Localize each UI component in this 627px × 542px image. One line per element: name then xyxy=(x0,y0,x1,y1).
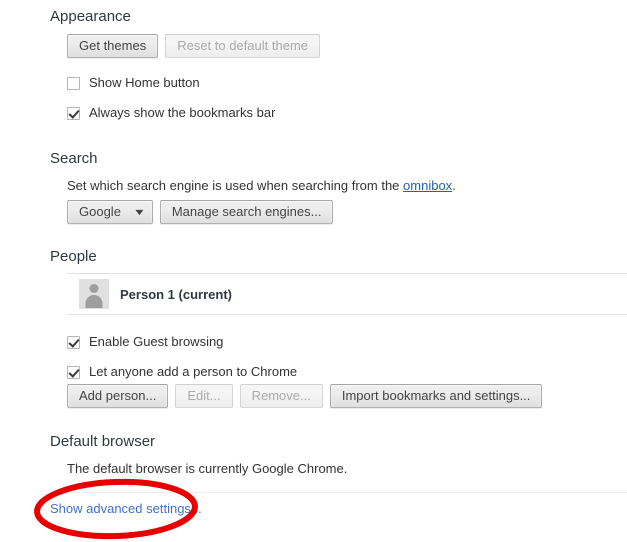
always-show-bookmarks-bar-row[interactable]: Always show the bookmarks bar xyxy=(67,103,275,123)
always-show-bookmarks-bar-checkbox[interactable] xyxy=(67,106,80,120)
show-home-button-row[interactable]: Show Home button xyxy=(67,73,200,93)
always-show-bookmarks-bar-label: Always show the bookmarks bar xyxy=(89,105,276,120)
add-person-button[interactable]: Add person... xyxy=(67,384,169,408)
person-list-item[interactable]: Person 1 (current) xyxy=(67,273,627,315)
search-description: Set which search engine is used when sea… xyxy=(67,177,456,195)
omnibox-link[interactable]: omnibox xyxy=(403,178,452,193)
people-section: People xyxy=(50,248,97,266)
enable-guest-browsing-row[interactable]: Enable Guest browsing xyxy=(67,332,223,352)
avatar-body-shape xyxy=(85,295,103,308)
advanced-settings-divider xyxy=(50,492,627,493)
people-heading: People xyxy=(50,248,97,265)
remove-person-button: Remove... xyxy=(239,384,323,408)
avatar-head-shape xyxy=(89,284,99,293)
reset-to-default-theme-button: Reset to default theme xyxy=(165,34,321,58)
enable-guest-browsing-checkbox[interactable] xyxy=(67,335,80,349)
default-browser-section: Default browser xyxy=(50,433,155,451)
default-browser-status-text: The default browser is currently Google … xyxy=(67,461,348,476)
search-engine-selected-value: Google xyxy=(79,204,121,219)
appearance-button-row: Get themes Reset to default theme xyxy=(67,34,327,58)
let-anyone-add-person-label: Let anyone add a person to Chrome xyxy=(89,364,298,379)
import-bookmarks-and-settings-button[interactable]: Import bookmarks and settings... xyxy=(329,384,543,408)
show-home-button-checkbox[interactable] xyxy=(67,76,80,90)
show-home-button-label: Show Home button xyxy=(89,75,200,90)
get-themes-button[interactable]: Get themes xyxy=(67,34,159,58)
enable-guest-browsing-label: Enable Guest browsing xyxy=(89,334,224,349)
show-advanced-settings-link[interactable]: Show advanced settings... xyxy=(50,501,202,516)
edit-person-button: Edit... xyxy=(175,384,233,408)
search-description-prefix: Set which search engine is used when sea… xyxy=(67,178,404,193)
appearance-section: Appearance xyxy=(50,8,131,26)
default-browser-heading: Default browser xyxy=(50,433,156,450)
person-avatar-icon xyxy=(79,279,109,309)
chevron-down-icon: ▼ xyxy=(132,206,147,217)
let-anyone-add-person-row[interactable]: Let anyone add a person to Chrome xyxy=(67,362,297,382)
person-name-label: Person 1 (current) xyxy=(120,286,232,302)
search-heading: Search xyxy=(50,150,98,167)
search-engine-select[interactable]: Google ▼ xyxy=(67,200,153,224)
manage-search-engines-button[interactable]: Manage search engines... xyxy=(159,200,334,224)
people-button-row: Add person... Edit... Remove... Import book… xyxy=(67,384,549,408)
search-section: Search xyxy=(50,150,98,168)
settings-page: Appearance Get themes Reset to default th… xyxy=(0,0,627,542)
appearance-heading: Appearance xyxy=(50,8,131,25)
let-anyone-add-person-checkbox[interactable] xyxy=(67,365,80,379)
search-description-suffix: . xyxy=(452,178,456,193)
search-button-row: Google ▼ Manage search engines... xyxy=(67,200,340,224)
